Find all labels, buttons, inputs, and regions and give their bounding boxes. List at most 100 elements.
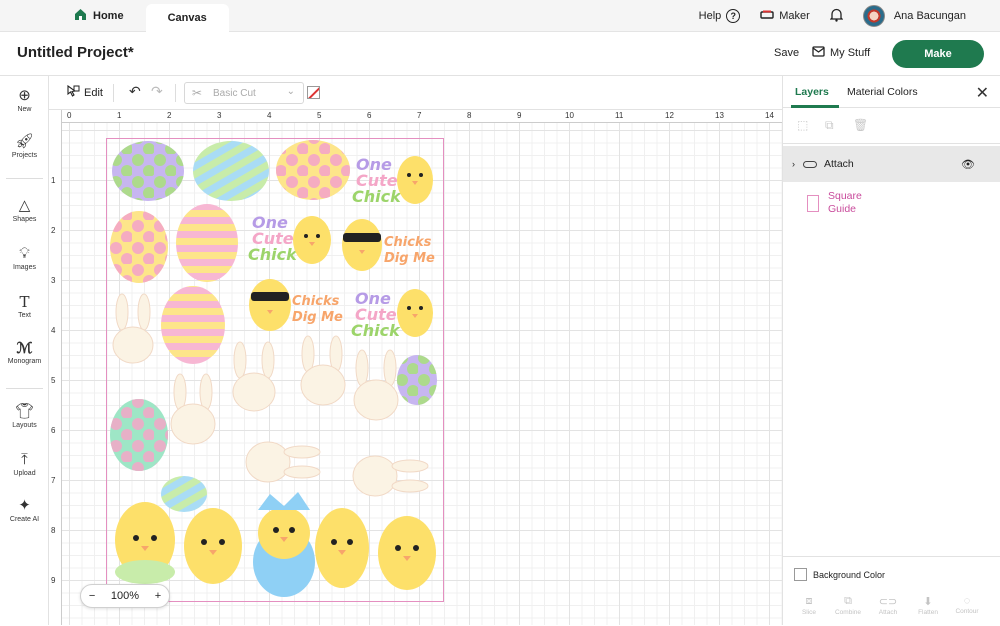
operation-select[interactable]: ✂ Basic Cut ⌄ [184,82,304,104]
action-label: Slice [801,609,817,616]
tab-canvas[interactable]: Canvas [145,3,229,32]
sidebar-divider [6,388,43,389]
undo-icon[interactable]: ↶ [129,83,141,100]
ruler-tick: 7 [51,476,56,485]
zoom-in-button[interactable]: + [155,590,161,602]
square-guide[interactable] [106,138,444,602]
monogram-icon: ℳ [16,339,33,357]
slice-button[interactable]: ⧈ Slice [789,595,829,616]
sidebar-item-projects[interactable]: 🚀︎ Projects [0,133,49,160]
avatar [862,5,885,27]
envelope-icon [812,46,825,60]
operation-value: Basic Cut [213,87,256,99]
ruler-tick: 3 [217,111,222,120]
layer-name-line1: Square [828,190,862,202]
close-icon[interactable]: ✕ [976,83,989,103]
color-swatch-none[interactable] [307,86,320,99]
sidebar-item-create-ai[interactable]: ✦ Create AI [0,498,49,524]
action-label: Contour [955,608,979,615]
rocket-icon: 🚀︎ [14,133,35,150]
my-stuff-button[interactable]: My Stuff [812,46,870,60]
layer-name-line2: Guide [828,203,857,215]
ruler-tick: 9 [517,111,522,120]
layer-name: Attach [824,158,854,170]
sidebar-item-upload[interactable]: ⤒ Upload [0,451,49,478]
home-icon [74,8,87,24]
edit-button[interactable]: Edit [67,84,103,101]
background-color-checkbox[interactable] [794,568,807,581]
layer-row-attach[interactable]: › Attach 👁︎ [783,146,1000,182]
sidebar-item-shapes[interactable]: △ Shapes [0,198,49,224]
sidebar-item-label: Images [13,264,36,271]
contour-icon: ◌ [963,595,971,607]
action-label: Combine [834,609,861,616]
ruler-tick: 6 [51,426,56,435]
ruler-tick: 8 [467,111,472,120]
zoom-out-button[interactable]: − [89,590,95,602]
background-color-option[interactable]: Background Color [794,568,885,581]
ruler-tick: 2 [167,111,172,120]
attach-link-icon [803,160,817,168]
tab-layers[interactable]: Layers [795,86,829,98]
my-stuff-label: My Stuff [830,47,871,59]
lightbulb-icon: 💡︎ [19,245,30,262]
user-name: Ana Bacungan [893,10,966,22]
ruler-tick: 3 [51,276,56,285]
slice-icon: ⧈ [805,595,813,607]
project-header: Untitled Project* Save My Stuff Make [0,32,1000,76]
combine-button[interactable]: ⧉ Combine [828,595,868,616]
sidebar-item-new[interactable]: ⊕ New [0,88,49,114]
flatten-button[interactable]: ⬇ Flatten [908,595,948,616]
question-icon: ? [726,9,741,23]
notifications-button[interactable] [829,8,844,25]
sidebar-item-label: Projects [11,152,38,159]
attach-icon: ⊂⊃ [878,596,898,608]
eye-icon[interactable]: 👁︎ [961,158,975,171]
right-panel: Layers Material Colors ✕ ⬚ ⧉ 🗑︎ › Attach… [782,76,1000,625]
panel-tabs: Layers Material Colors ✕ [783,76,1000,108]
sidebar-item-label: Monogram [7,358,42,365]
sidebar-item-monogram[interactable]: ℳ Monogram [0,340,49,365]
ruler-tick: 13 [715,111,724,120]
tab-material-colors[interactable]: Material Colors [847,86,918,98]
contour-button[interactable]: ◌ Contour [947,595,987,615]
redo-icon[interactable]: ↷ [151,83,163,100]
flatten-icon: ⬇ [923,596,933,608]
sidebar-item-images[interactable]: 💡︎ Images [0,245,49,272]
combine-icon: ⧉ [844,595,852,607]
sidebar-item-layouts[interactable]: 👕︎ Layouts [0,403,49,430]
help-button[interactable]: Help ? [699,9,741,23]
save-button[interactable]: Save [774,47,799,59]
sidebar-item-text[interactable]: T Text [0,294,49,319]
top-nav-bar: Home Canvas Help ? Maker Ana Bacungan [0,0,1000,32]
ruler-tick: 4 [267,111,272,120]
make-button[interactable]: Make [892,40,984,68]
zoom-level: 100% [110,590,140,602]
chevron-right-icon[interactable]: › [792,159,795,169]
ruler-horizontal: 0 1 2 3 4 5 6 7 8 9 10 11 12 13 14 [49,110,782,123]
sidebar-item-label: New [17,106,32,113]
duplicate-icon[interactable]: ⧉ [825,118,834,133]
tab-canvas-label: Canvas [167,11,207,24]
shirt-icon: 👕︎ [14,403,35,420]
project-title[interactable]: Untitled Project* [17,44,134,61]
ruler-tick: 5 [51,376,56,385]
edit-label: Edit [84,87,103,99]
ruler-tick: 1 [51,176,56,185]
trash-icon[interactable]: 🗑︎ [853,118,868,132]
background-color-label: Background Color [813,569,886,580]
group-icon[interactable]: ⬚ [797,118,808,132]
ruler-tick: 9 [51,576,56,585]
maker-label: Maker [779,10,810,22]
ruler-tick: 6 [367,111,372,120]
scissors-icon: ✂ [192,86,203,100]
ruler-tick: 1 [117,111,122,120]
user-menu[interactable]: Ana Bacungan [862,5,966,27]
layer-row-square-guide[interactable]: Square Guide [807,190,862,216]
maker-button[interactable]: Maker [760,10,810,23]
tab-home[interactable]: Home [0,0,142,32]
attach-button[interactable]: ⊂⊃ Attach [868,595,908,616]
upload-icon: ⤒ [21,451,28,468]
tab-home-label: Home [93,9,124,22]
sidebar-divider [6,178,43,179]
